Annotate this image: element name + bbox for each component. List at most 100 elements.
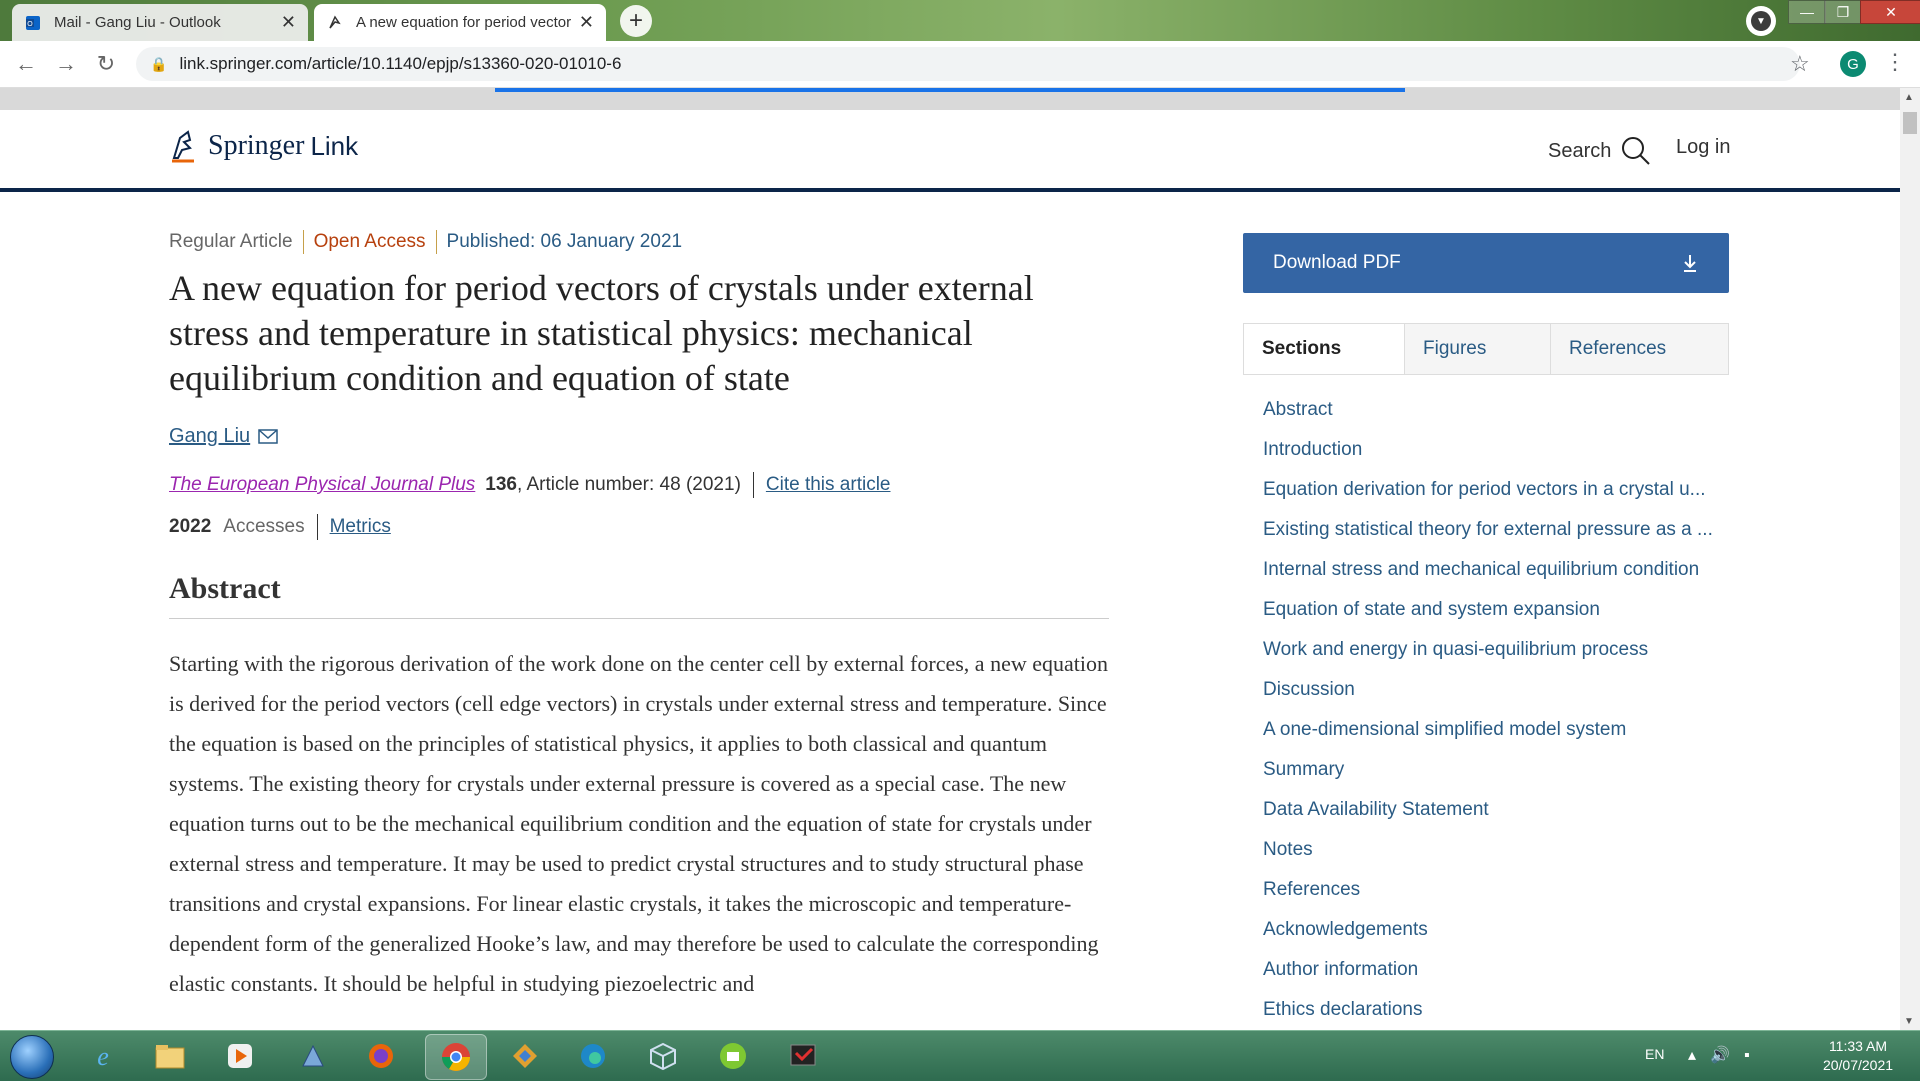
tab-figures[interactable]: Figures (1404, 324, 1550, 374)
taskbar: e EN ▴🔊▪ 11:33 AM 20/07/2021 (0, 1030, 1920, 1081)
section-link-internal-stress[interactable]: Internal stress and mechanical equilibri… (1263, 550, 1733, 590)
browser-tab-strip: O Mail - Gang Liu - Outlook ✕ A new equa… (0, 0, 1920, 41)
back-button[interactable]: ← (12, 50, 40, 78)
new-tab-button[interactable]: + (620, 5, 652, 37)
scroll-down-icon[interactable]: ▼ (1904, 1016, 1914, 1027)
article-main: Regular Article Open Access Published: 0… (169, 230, 1109, 1026)
download-pdf-button[interactable]: Download PDF (1243, 233, 1729, 293)
virtualbox-icon[interactable] (645, 1038, 681, 1074)
springer-horse-icon (172, 130, 194, 163)
article-type: Regular Article (169, 231, 293, 252)
internet-explorer-icon[interactable]: e (85, 1038, 121, 1074)
divider (302, 230, 304, 254)
svg-text:O: O (27, 21, 33, 28)
clock-date: 20/07/2021 (1822, 1057, 1894, 1073)
edge-icon[interactable] (575, 1038, 611, 1074)
clock[interactable]: 11:33 AM 20/07/2021 (1808, 1037, 1908, 1075)
outlook-icon: O (26, 15, 40, 30)
citation-line: The European Physical Journal Plus 136 ,… (169, 472, 1109, 499)
bookmark-star-icon[interactable]: ☆ (1790, 51, 1810, 77)
section-link-abstract[interactable]: Abstract (1263, 390, 1733, 430)
close-tab-icon[interactable]: ✕ (579, 12, 594, 33)
section-link-existing-theory[interactable]: Existing statistical theory for external… (1263, 510, 1733, 550)
chrome-icon[interactable] (425, 1034, 487, 1080)
accesses-count: 2022 (169, 516, 212, 538)
section-link-introduction[interactable]: Introduction (1263, 430, 1733, 470)
close-icon: ✕ (1885, 3, 1897, 20)
section-link-notes[interactable]: Notes (1263, 830, 1733, 870)
section-link-summary[interactable]: Summary (1263, 750, 1733, 790)
email-icon[interactable] (258, 428, 278, 445)
system-tray: ▴🔊▪ (1688, 1045, 1764, 1065)
divider (435, 230, 437, 254)
tab-search-button[interactable]: ▼ (1746, 6, 1776, 36)
minimize-icon: — (1800, 4, 1814, 20)
chevron-up-icon[interactable]: ▴ (1688, 1047, 1710, 1064)
metrics-line: 2022 Accesses Metrics (169, 514, 1109, 541)
article-meta: Regular Article Open Access Published: 0… (169, 230, 1109, 254)
scroll-up-icon[interactable]: ▲ (1904, 92, 1914, 103)
reload-icon: ↻ (96, 51, 116, 76)
reload-button[interactable]: ↻ (92, 50, 120, 78)
url-text: link.springer.com/article/10.1140/epjp/s… (179, 54, 622, 73)
language-indicator[interactable]: EN (1645, 1046, 1664, 1062)
tab-title: Mail - Gang Liu - Outlook (54, 14, 221, 31)
login-link[interactable]: Log in (1676, 136, 1731, 159)
app-icon[interactable] (715, 1038, 751, 1074)
media-player-icon[interactable] (222, 1038, 258, 1074)
network-icon[interactable]: ▪ (1744, 1047, 1764, 1064)
search-link[interactable]: Search (1548, 136, 1651, 166)
accesses-label: Accesses (223, 516, 305, 538)
section-nav: Abstract Introduction Equation derivatio… (1263, 390, 1733, 1030)
forward-button[interactable]: → (52, 50, 80, 78)
lock-icon: 🔒 (150, 55, 168, 72)
minimize-button[interactable]: — (1788, 0, 1826, 24)
author-list: Gang Liu (169, 425, 1109, 448)
start-button[interactable] (10, 1035, 54, 1079)
scrollbar-thumb[interactable] (1903, 112, 1917, 134)
section-link-equation-of-state[interactable]: Equation of state and system expansion (1263, 590, 1733, 630)
page-scrollbar[interactable] (1900, 88, 1920, 1030)
tab-references[interactable]: References (1550, 324, 1728, 374)
restore-button[interactable]: ❐ (1824, 0, 1862, 24)
clock-time: 11:33 AM (1828, 1038, 1888, 1054)
chevron-down-icon: ▼ (1751, 11, 1771, 31)
section-link-equation-derivation[interactable]: Equation derivation for period vectors i… (1263, 470, 1733, 510)
tab-sections[interactable]: Sections (1244, 324, 1404, 374)
arrow-right-icon: → (55, 51, 77, 76)
section-link-references[interactable]: References (1263, 870, 1733, 910)
plus-icon: + (628, 7, 643, 34)
section-link-model-system[interactable]: A one-dimensional simplified model syste… (1263, 710, 1733, 750)
close-tab-icon[interactable]: ✕ (281, 12, 296, 33)
app-icon[interactable] (785, 1038, 821, 1074)
abstract-heading: Abstract (169, 572, 1109, 620)
firefox-icon[interactable] (363, 1038, 399, 1074)
metrics-link[interactable]: Metrics (330, 516, 391, 538)
divider (316, 514, 318, 541)
article-number: , Article number: 48 (2021) (517, 474, 741, 496)
section-link-work-energy[interactable]: Work and energy in quasi-equilibrium pro… (1263, 630, 1733, 670)
volume-icon[interactable]: 🔊 (1710, 1047, 1744, 1064)
browser-menu-icon[interactable]: ⋮ (1884, 49, 1906, 75)
journal-link[interactable]: The European Physical Journal Plus (169, 474, 475, 496)
address-bar[interactable]: 🔒 link.springer.com/article/10.1140/epjp… (136, 47, 1800, 81)
section-link-discussion[interactable]: Discussion (1263, 670, 1733, 710)
app-icon[interactable] (295, 1038, 331, 1074)
springer-link-logo[interactable]: Springer Link (168, 128, 358, 164)
cite-this-article-link[interactable]: Cite this article (766, 474, 891, 496)
tab-springer-article[interactable]: A new equation for period vectors ✕ (314, 4, 606, 41)
section-link-author-information[interactable]: Author information (1263, 950, 1733, 990)
tab-outlook[interactable]: O Mail - Gang Liu - Outlook ✕ (12, 4, 308, 41)
tab-title: A new equation for period vectors (356, 14, 571, 31)
logo-word-springer: Springer (208, 130, 305, 161)
browser-toolbar: ← → ↻ 🔒 link.springer.com/article/10.114… (0, 41, 1920, 88)
section-link-data-availability[interactable]: Data Availability Statement (1263, 790, 1733, 830)
app-icon[interactable] (507, 1038, 543, 1074)
section-link-acknowledgements[interactable]: Acknowledgements (1263, 910, 1733, 950)
file-explorer-icon[interactable] (152, 1038, 188, 1074)
profile-avatar[interactable]: G (1840, 51, 1866, 77)
close-window-button[interactable]: ✕ (1860, 0, 1920, 24)
author-link[interactable]: Gang Liu (169, 425, 250, 448)
site-header: Springer Link Search Log in (0, 110, 1900, 192)
section-link-ethics[interactable]: Ethics declarations (1263, 990, 1733, 1030)
